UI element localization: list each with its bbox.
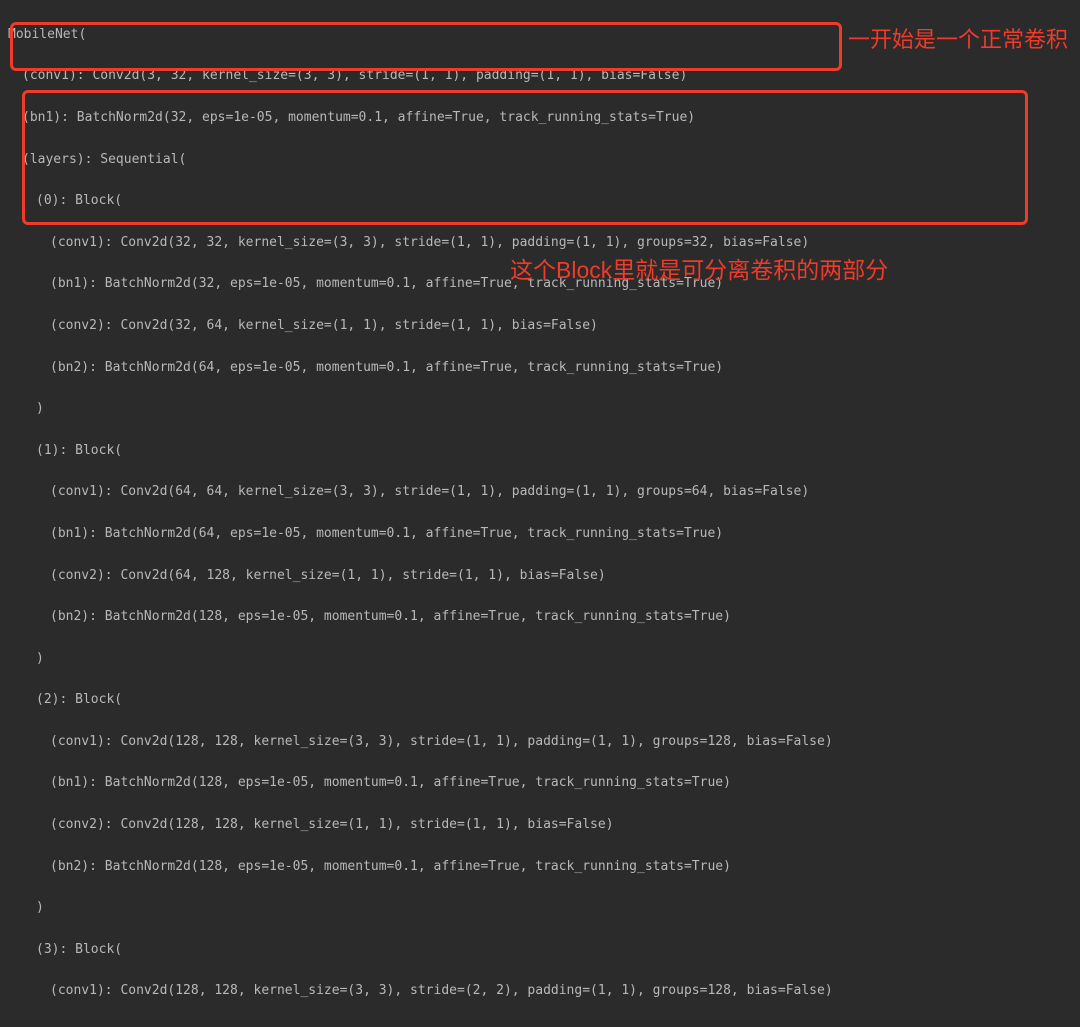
code-line: (conv2): Conv2d(128, 128, kernel_size=(1… <box>8 815 833 836</box>
code-line: (bn2): BatchNorm2d(128, eps=1e-05, momen… <box>8 857 833 878</box>
code-block: MobileNet( (conv1): Conv2d(3, 32, kernel… <box>0 0 841 1027</box>
code-line: ) <box>8 898 833 919</box>
code-line: (conv1): Conv2d(32, 32, kernel_size=(3, … <box>8 233 833 254</box>
code-line: (bn2): BatchNorm2d(128, eps=1e-05, momen… <box>8 607 833 628</box>
code-line: MobileNet( <box>8 25 833 46</box>
code-line: (conv2): Conv2d(32, 64, kernel_size=(1, … <box>8 316 833 337</box>
code-line: (conv1): Conv2d(3, 32, kernel_size=(3, 3… <box>8 66 833 87</box>
code-line: (conv1): Conv2d(128, 128, kernel_size=(3… <box>8 732 833 753</box>
code-line: (conv1): Conv2d(128, 128, kernel_size=(3… <box>8 981 833 1002</box>
code-line: (bn1): BatchNorm2d(64, eps=1e-05, moment… <box>8 524 833 545</box>
code-line: ) <box>8 399 833 420</box>
annotation-1: 一开始是一个正常卷积 <box>848 22 1078 57</box>
code-line: (2): Block( <box>8 690 833 711</box>
code-line: (bn1): BatchNorm2d(128, eps=1e-05, momen… <box>8 773 833 794</box>
code-line: (conv2): Conv2d(64, 128, kernel_size=(1,… <box>8 566 833 587</box>
code-line: (bn2): BatchNorm2d(64, eps=1e-05, moment… <box>8 358 833 379</box>
code-line: (0): Block( <box>8 191 833 212</box>
code-line: (conv1): Conv2d(64, 64, kernel_size=(3, … <box>8 482 833 503</box>
code-line: ) <box>8 649 833 670</box>
code-line: (layers): Sequential( <box>8 150 833 171</box>
code-line: (1): Block( <box>8 441 833 462</box>
annotation-2: 这个Block里就是可分离卷积的两部分 <box>510 252 888 289</box>
code-line: (bn1): BatchNorm2d(32, eps=1e-05, moment… <box>8 108 833 129</box>
code-line: (3): Block( <box>8 940 833 961</box>
